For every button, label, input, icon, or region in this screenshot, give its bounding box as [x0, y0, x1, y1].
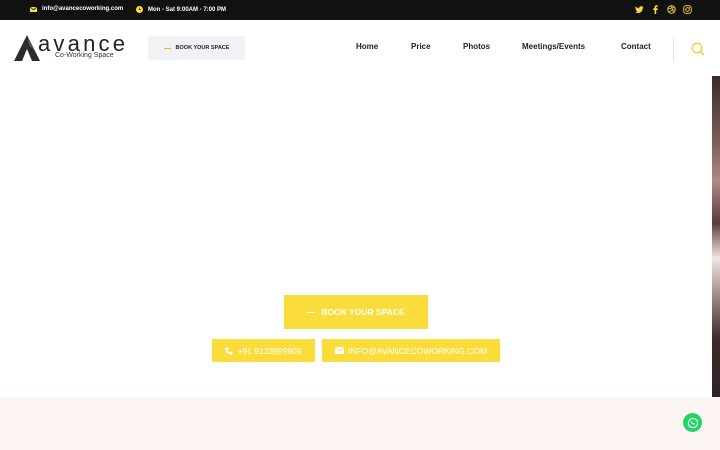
logo-mountain-icon [14, 35, 40, 61]
facebook-link[interactable] [651, 5, 660, 14]
instagram-icon [683, 5, 692, 14]
search-icon [691, 42, 705, 56]
dribbble-icon [667, 5, 676, 14]
nav-price[interactable]: Price [411, 42, 431, 51]
dash-icon [307, 311, 316, 313]
phone-icon [225, 346, 234, 355]
header-book-label: BOOK YOUR SPACE [175, 45, 230, 51]
clock-icon [136, 6, 143, 13]
site-logo[interactable]: avance Co-Working Space [14, 31, 134, 63]
dribbble-link[interactable] [667, 5, 676, 14]
top-bar: info@avancecoworking.com Mon - Sat 9:00A… [0, 0, 720, 20]
email-button[interactable]: INFO@AVANCECOWORKING.COM [322, 339, 500, 362]
hero-image-edge [712, 76, 720, 426]
logo-tagline: Co-Working Space [55, 52, 114, 59]
dash-icon [163, 47, 171, 49]
nav-divider [673, 38, 674, 62]
page: info@avancecoworking.com Mon - Sat 9:00A… [0, 0, 720, 450]
topbar-hours-text: Mon - Sat 9:00AM - 7:00 PM [148, 6, 227, 13]
next-section-band [0, 397, 720, 450]
nav-contact[interactable]: Contact [621, 42, 651, 51]
nav-photos[interactable]: Photos [463, 42, 490, 51]
phone-number: +91 9133999909 [237, 345, 302, 356]
whatsapp-button[interactable] [683, 413, 702, 432]
topbar-hours: Mon - Sat 9:00AM - 7:00 PM [136, 6, 226, 13]
topbar-email[interactable]: info@avancecoworking.com [30, 6, 123, 12]
envelope-icon [334, 347, 344, 354]
instagram-link[interactable] [683, 5, 692, 14]
twitter-icon [635, 6, 644, 14]
hero-book-button[interactable]: BOOK YOUR SPACE [284, 295, 428, 329]
phone-button[interactable]: +91 9133999909 [212, 339, 315, 362]
email-address: INFO@AVANCECOWORKING.COM [347, 345, 488, 356]
header-book-button[interactable]: BOOK YOUR SPACE [148, 36, 245, 60]
search-button[interactable] [691, 42, 705, 61]
facebook-icon [653, 5, 658, 14]
twitter-link[interactable] [635, 5, 644, 14]
mail-icon [30, 6, 37, 12]
hero-book-label: BOOK YOUR SPACE [321, 307, 405, 317]
topbar-email-text: info@avancecoworking.com [42, 6, 124, 12]
nav-home[interactable]: Home [356, 42, 378, 51]
whatsapp-icon [687, 417, 698, 428]
nav-meetings-events[interactable]: Meetings/Events [522, 42, 585, 51]
